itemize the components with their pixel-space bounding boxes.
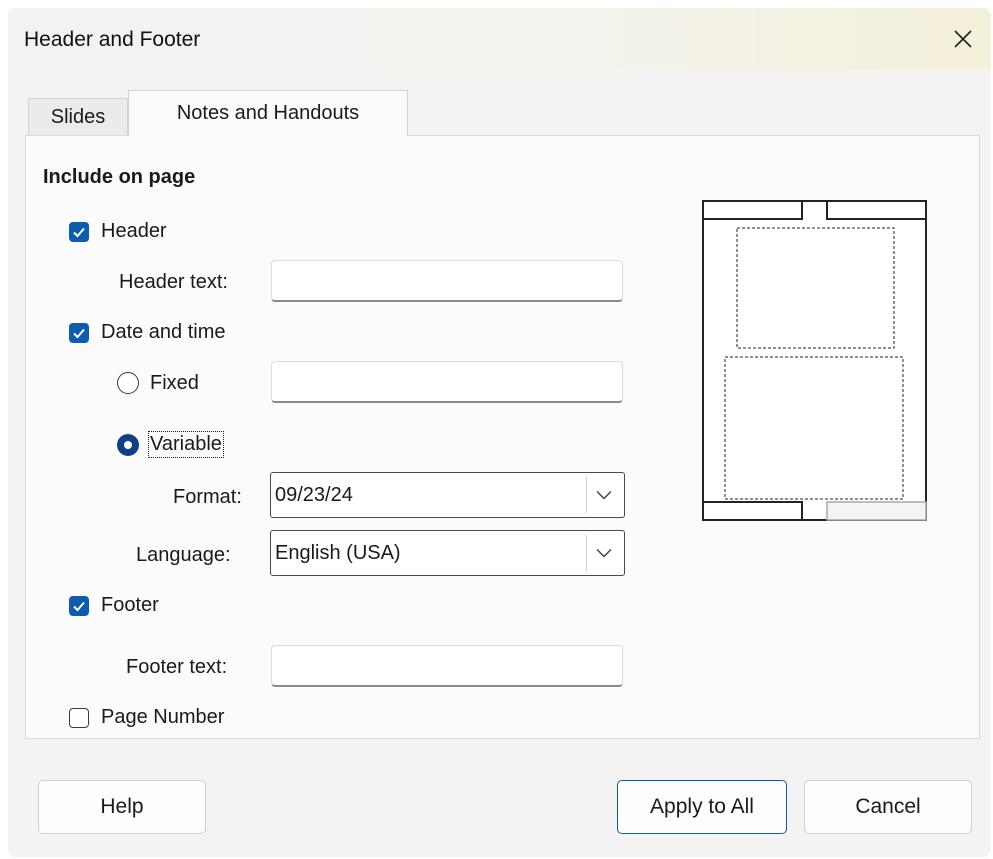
- date-time-checkbox[interactable]: [69, 323, 89, 343]
- footer-text-input[interactable]: [271, 645, 623, 687]
- page-number-checkbox[interactable]: [69, 708, 89, 728]
- language-select[interactable]: English (USA): [270, 530, 625, 576]
- preview-page-number: [826, 501, 927, 521]
- tab-slides[interactable]: Slides: [28, 98, 128, 136]
- preview-footer-left: [702, 501, 803, 521]
- fixed-label: Fixed: [150, 372, 199, 394]
- include-section-title: Include on page: [43, 166, 196, 188]
- language-dropdown-button[interactable]: [586, 535, 620, 571]
- fixed-radio[interactable]: [117, 372, 139, 394]
- cancel-button[interactable]: Cancel: [804, 780, 972, 834]
- date-time-label: Date and time: [101, 321, 226, 343]
- header-text-label: Header text:: [119, 271, 228, 293]
- checkmark-icon: [73, 227, 85, 238]
- preview-header-left: [702, 200, 803, 220]
- dialog-title: Header and Footer: [24, 28, 201, 51]
- help-button[interactable]: Help: [38, 780, 206, 834]
- preview-header-right: [826, 200, 927, 220]
- chevron-down-icon: [595, 548, 612, 558]
- checkmark-icon: [73, 601, 85, 612]
- header-label: Header: [101, 220, 167, 242]
- tab-notes-and-handouts[interactable]: Notes and Handouts: [128, 90, 408, 136]
- variable-radio[interactable]: [117, 434, 139, 456]
- footer-checkbox[interactable]: [69, 596, 89, 616]
- checkmark-icon: [73, 328, 85, 339]
- close-button[interactable]: [935, 8, 991, 70]
- title-bar: Header and Footer: [8, 8, 991, 70]
- variable-label: Variable: [148, 431, 224, 458]
- format-select[interactable]: 09/23/24: [270, 472, 625, 518]
- format-dropdown-button[interactable]: [586, 477, 620, 513]
- page-number-label: Page Number: [101, 706, 225, 728]
- header-footer-dialog: Header and Footer Slides Notes and Hando…: [8, 8, 991, 857]
- tab-panel: Include on page Header Header text: Date…: [25, 135, 980, 739]
- chevron-down-icon: [595, 490, 612, 500]
- header-text-input[interactable]: [271, 260, 623, 302]
- language-label: Language:: [136, 544, 231, 566]
- footer-label: Footer: [101, 594, 159, 616]
- fixed-date-input[interactable]: [271, 361, 623, 403]
- apply-to-all-button[interactable]: Apply to All: [617, 780, 787, 834]
- footer-text-label: Footer text:: [126, 656, 228, 678]
- format-label: Format:: [173, 486, 242, 508]
- format-value: 09/23/24: [275, 484, 353, 506]
- language-value: English (USA): [275, 542, 401, 564]
- header-checkbox[interactable]: [69, 222, 89, 242]
- page-preview: [702, 200, 927, 521]
- close-icon: [954, 30, 972, 48]
